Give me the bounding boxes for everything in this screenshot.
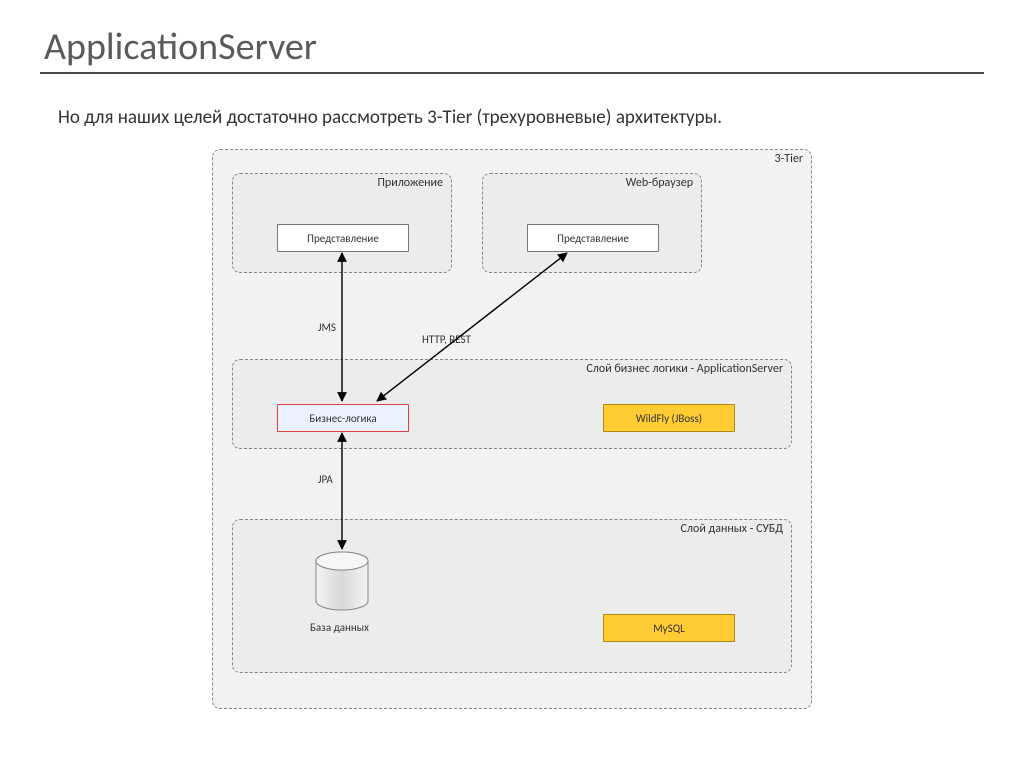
edge-label-jpa: JPA [318, 473, 333, 486]
box-business-logic-label: Бизнес-логика [309, 412, 376, 425]
frame-application-label: Приложение [377, 176, 443, 190]
architecture-diagram: 3-Tier Приложение Представление Web-брау… [212, 149, 812, 709]
frame-data-layer-label: Слой данных - СУБД [680, 522, 783, 536]
frame-business-logic: Слой бизнес логики - ApplicationServer Б… [232, 359, 792, 449]
box-mysql-label: MySQL [653, 622, 684, 635]
edge-label-jms: JMS [318, 321, 336, 334]
frame-web-browser: Web-браузер Представление [482, 173, 702, 273]
box-app-presentation-label: Представление [307, 232, 379, 245]
box-app-presentation: Представление [277, 224, 409, 252]
box-mysql: MySQL [603, 614, 735, 642]
edge-label-http: HTTP, REST [422, 333, 471, 346]
box-web-presentation: Представление [527, 224, 659, 252]
frame-3tier-label: 3-Tier [774, 152, 803, 166]
box-business-logic: Бизнес-логика [277, 404, 409, 432]
box-wildfly-label: WildFly (JBoss) [636, 412, 702, 425]
page-title: ApplicationServer [40, 24, 984, 70]
box-web-presentation-label: Представление [557, 232, 629, 245]
title-rule: ApplicationServer [40, 24, 984, 74]
frame-web-browser-label: Web-браузер [626, 176, 693, 190]
box-wildfly: WildFly (JBoss) [603, 404, 735, 432]
database-caption: База данных [310, 621, 369, 634]
subtitle-text: Но для наших целей достаточно рассмотрет… [58, 106, 984, 129]
database-icon [312, 551, 372, 615]
frame-application: Приложение Представление [232, 173, 452, 273]
frame-business-logic-label: Слой бизнес логики - ApplicationServer [586, 362, 783, 376]
